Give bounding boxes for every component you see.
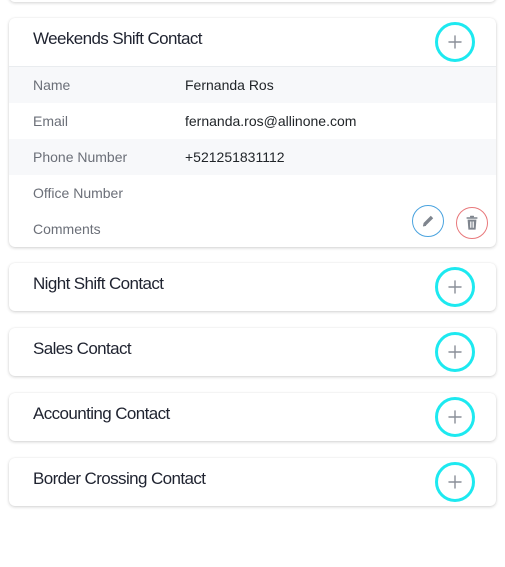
add-contact-button[interactable] (435, 462, 475, 502)
card-header[interactable]: Accounting Contact (9, 393, 496, 441)
field-label: Office Number (33, 185, 123, 201)
plus-icon (448, 410, 462, 424)
field-value: +521251831112 (185, 149, 285, 165)
field-label: Comments (33, 221, 101, 237)
plus-icon (448, 475, 462, 489)
weekends-shift-contact-card: Weekends Shift Contact Name Fernanda Ros… (9, 18, 496, 247)
add-contact-button[interactable] (435, 267, 475, 307)
field-value: Fernanda Ros (185, 77, 274, 93)
card-header[interactable]: Sales Contact (9, 328, 496, 376)
field-label: Name (33, 77, 71, 93)
plus-icon (448, 280, 462, 294)
detail-row-phone: Phone Number +521251831112 (9, 139, 496, 175)
detail-row-name: Name Fernanda Ros (9, 67, 496, 103)
add-contact-button[interactable] (435, 22, 475, 62)
field-label: Phone Number (33, 149, 128, 165)
plus-icon (448, 345, 462, 359)
delete-button[interactable] (456, 207, 488, 239)
card-title: Border Crossing Contact (33, 469, 206, 488)
edit-button[interactable] (412, 205, 444, 237)
field-label: Email (33, 113, 69, 129)
card-title: Accounting Contact (33, 404, 170, 423)
plus-icon (448, 35, 462, 49)
detail-row-email: Email fernanda.ros@allinone.com (9, 103, 496, 139)
card-title: Weekends Shift Contact (33, 29, 202, 48)
trash-icon (466, 215, 478, 230)
add-contact-button[interactable] (435, 332, 475, 372)
pencil-icon (422, 215, 434, 227)
accounting-contact-card[interactable]: Accounting Contact (9, 393, 496, 441)
previous-card-edge (9, 0, 496, 2)
card-header[interactable]: Night Shift Contact (9, 263, 496, 311)
card-title: Sales Contact (33, 339, 132, 358)
add-contact-button[interactable] (435, 397, 475, 437)
card-header[interactable]: Border Crossing Contact (9, 458, 496, 506)
field-value: fernanda.ros@allinone.com (185, 113, 357, 129)
contacts-page: Weekends Shift Contact Name Fernanda Ros… (0, 0, 505, 567)
night-shift-contact-card[interactable]: Night Shift Contact (9, 263, 496, 311)
sales-contact-card[interactable]: Sales Contact (9, 328, 496, 376)
card-title: Night Shift Contact (33, 274, 164, 293)
border-crossing-contact-card[interactable]: Border Crossing Contact (9, 458, 496, 506)
card-header[interactable]: Weekends Shift Contact (9, 18, 496, 66)
